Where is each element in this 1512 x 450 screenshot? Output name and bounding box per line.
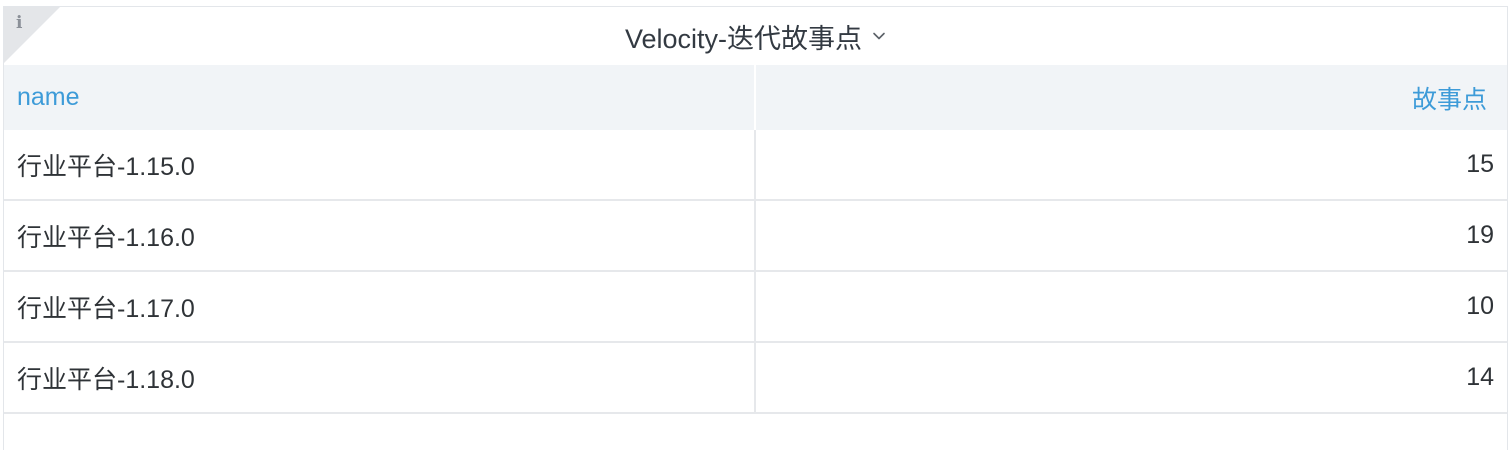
column-header-name[interactable]: name	[4, 65, 756, 130]
panel-title: Velocity-迭代故事点	[624, 23, 863, 54]
row-points-cell: 15	[755, 130, 1507, 201]
row-name-cell: 行业平台-1.18.0	[4, 342, 756, 414]
row-points-cell: 10	[755, 271, 1507, 343]
panel-title-dropdown[interactable]: Velocity-迭代故事点	[625, 17, 886, 56]
row-points-cell: 14	[755, 342, 1507, 414]
chevron-down-icon[interactable]	[872, 29, 886, 43]
row-name-cell: 行业平台-1.17.0	[4, 271, 756, 343]
row-name-cell: 行业平台-1.16.0	[4, 200, 756, 272]
table-row: 行业平台-1.15.0 15	[4, 130, 1507, 201]
table-row: 行业平台-1.18.0 14	[4, 342, 1507, 414]
row-points-cell: 19	[755, 200, 1507, 272]
table-header-row: name 故事点	[4, 65, 1507, 130]
chart-panel: i Velocity-迭代故事点 name 故事点 行业平台-1.15.0 15…	[3, 6, 1508, 450]
row-name-cell: 行业平台-1.15.0	[4, 130, 756, 201]
table-row: 行业平台-1.16.0 19	[4, 200, 1507, 272]
data-table: name 故事点 行业平台-1.15.0 15 行业平台-1.16.0 19 行…	[4, 65, 1507, 414]
panel-header: Velocity-迭代故事点	[4, 7, 1507, 65]
column-header-story-points[interactable]: 故事点	[755, 65, 1507, 130]
table-row: 行业平台-1.17.0 10	[4, 271, 1507, 343]
